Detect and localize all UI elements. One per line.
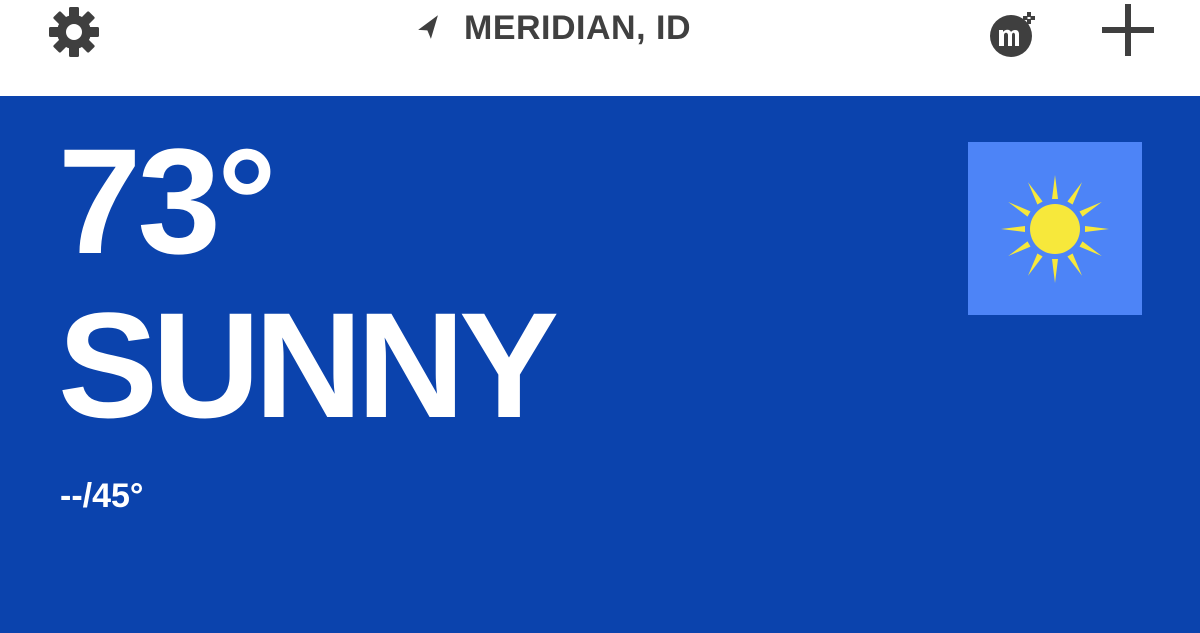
top-bar: MERIDIAN, ID: [0, 0, 1200, 96]
location-name: MERIDIAN, ID: [464, 8, 691, 47]
sun-icon: [1001, 174, 1109, 283]
plus-icon: [1102, 4, 1154, 56]
location-selector[interactable]: MERIDIAN, ID: [416, 4, 691, 52]
current-temperature: 73°: [58, 117, 277, 285]
gear-icon: [49, 7, 99, 57]
hi-lo-temperature: --/45°: [60, 477, 144, 515]
settings-button[interactable]: [44, 4, 104, 60]
location-arrow-icon: [418, 15, 438, 39]
condition-icon-tile: [968, 142, 1142, 315]
add-location-button[interactable]: [1096, 0, 1160, 60]
mplus-button[interactable]: [982, 6, 1044, 62]
current-condition: SUNNY: [58, 281, 559, 449]
mplus-logo-icon: [990, 12, 1035, 57]
